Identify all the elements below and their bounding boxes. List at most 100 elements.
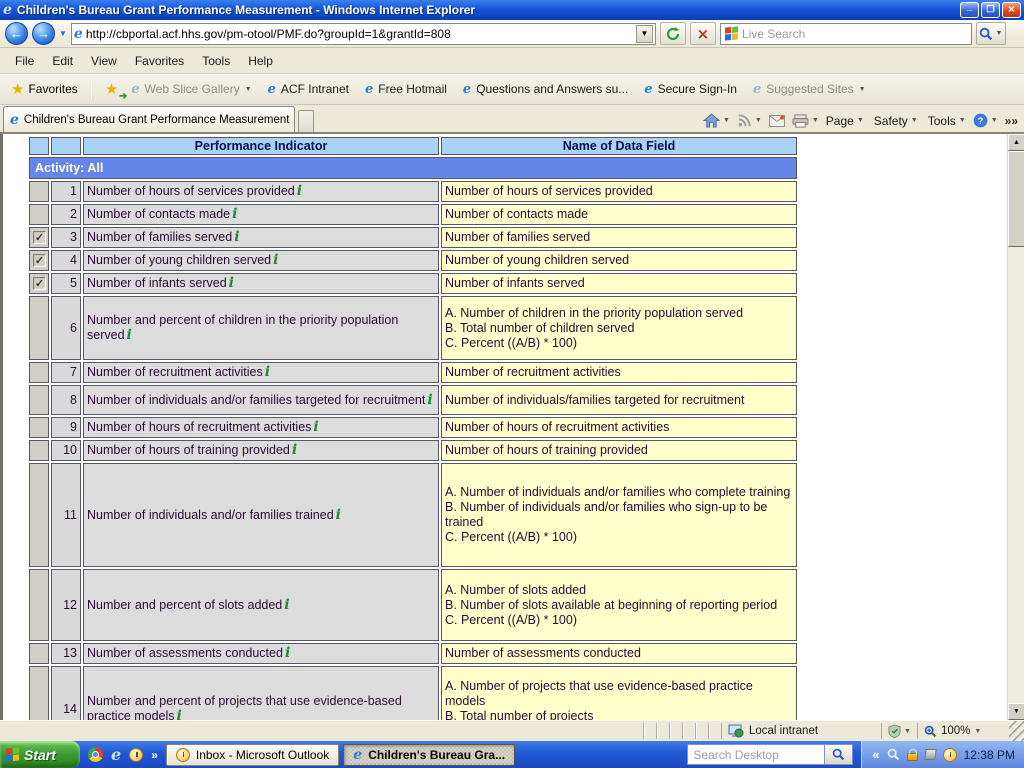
address-input[interactable] [86, 27, 633, 41]
task-button[interactable]: Children's Bureau Gra... [343, 744, 515, 766]
data-field-line: C. Percent ((A/B) * 100) [445, 530, 793, 545]
info-icon[interactable]: i [230, 206, 237, 222]
menu-help[interactable]: Help [239, 51, 282, 71]
restore-button[interactable] [981, 2, 1000, 18]
favorites-link[interactable]: ACF Intranet [268, 82, 349, 96]
feeds-button[interactable] [737, 113, 762, 128]
chrome-icon[interactable] [88, 747, 103, 762]
favorites-link[interactable]: Suggested Sites [753, 82, 866, 96]
info-icon[interactable]: i [283, 645, 290, 661]
page-icon [74, 27, 83, 41]
menu-view[interactable]: View [82, 51, 126, 71]
address-dropdown-button[interactable] [636, 25, 653, 43]
tray-outlook-icon[interactable] [943, 748, 957, 762]
row-checkbox-checked[interactable] [33, 254, 46, 267]
info-icon[interactable]: i [295, 183, 302, 199]
favorites-link[interactable]: Questions and Answers su... [463, 82, 628, 96]
minimize-button[interactable] [960, 2, 979, 18]
toolbar-overflow-icon[interactable]: » [1005, 114, 1018, 128]
scroll-down-button[interactable] [1008, 703, 1024, 720]
home-button[interactable] [703, 113, 730, 128]
row-checkbox-checked[interactable] [33, 231, 46, 244]
checkbox-cell [29, 440, 49, 461]
start-button[interactable]: Start [0, 741, 80, 768]
dropdown-icon[interactable] [911, 117, 918, 124]
zoom-panel[interactable]: 100% [917, 723, 1009, 739]
info-icon[interactable]: i [263, 364, 270, 380]
lock-icon[interactable] [907, 753, 918, 761]
command-page[interactable]: Page [826, 114, 864, 128]
quicklaunch-overflow-icon[interactable] [151, 748, 158, 762]
info-icon[interactable]: i [282, 597, 289, 613]
command-bar: Page Safety Tools ? » [703, 113, 1024, 132]
info-icon[interactable]: i [175, 708, 182, 720]
scrollbar-thumb[interactable] [1008, 151, 1024, 247]
info-icon[interactable]: i [232, 229, 239, 245]
search-go-button[interactable] [976, 22, 1006, 45]
row-checkbox-checked[interactable] [33, 277, 46, 290]
search-dropdown-icon[interactable] [995, 30, 1002, 37]
info-icon[interactable]: i [227, 275, 234, 291]
vertical-scrollbar[interactable] [1007, 134, 1024, 720]
add-to-favorites-button[interactable] [100, 78, 123, 100]
favorites-link[interactable]: Secure Sign-In [644, 82, 737, 96]
info-icon[interactable]: i [125, 327, 132, 343]
close-button[interactable] [1002, 2, 1021, 18]
zoom-dropdown-icon[interactable] [974, 728, 981, 735]
data-field-line: C. Percent ((A/B) * 100) [445, 336, 793, 351]
tab-active[interactable]: Children's Bureau Grant Performance Meas… [3, 106, 295, 132]
table-row: 3Number of families servediNumber of fam… [29, 227, 797, 248]
menu-edit[interactable]: Edit [43, 51, 82, 71]
info-icon[interactable]: i [271, 252, 278, 268]
live-search-input[interactable] [742, 27, 967, 41]
taskbar: Start Inbox - Microsoft OutlookChildren'… [0, 741, 1024, 768]
print-button[interactable] [792, 114, 819, 128]
help-button[interactable]: ? [973, 113, 998, 128]
privacy-panel[interactable] [881, 723, 917, 739]
info-icon[interactable]: i [334, 507, 341, 523]
task-button[interactable]: Inbox - Microsoft Outlook [166, 744, 339, 766]
refresh-button[interactable] [660, 22, 686, 45]
tray-collapse-icon[interactable] [872, 747, 879, 762]
system-tray: 12:38 PM [861, 741, 1024, 768]
history-dropdown-icon[interactable] [59, 29, 67, 38]
privacy-dropdown-icon[interactable] [904, 728, 911, 735]
resize-grip[interactable] [1009, 721, 1024, 741]
menu-favorites[interactable]: Favorites [126, 51, 193, 71]
dropdown-icon[interactable] [959, 117, 966, 124]
favorites-link[interactable]: Web Slice Gallery [131, 82, 251, 96]
tray-search-icon[interactable] [887, 748, 900, 761]
desktop-search-button[interactable] [825, 744, 853, 765]
feeds-dropdown-icon[interactable] [755, 117, 762, 124]
desktop-search-input[interactable] [687, 744, 825, 765]
data-field-line: Number of individuals/families targeted … [445, 393, 793, 408]
favorites-button[interactable]: Favorites [6, 78, 83, 100]
table-row: 7Number of recruitment activitiesiNumber… [29, 362, 797, 383]
menu-tools[interactable]: Tools [193, 51, 239, 71]
back-button[interactable] [5, 22, 28, 45]
command-safety[interactable]: Safety [874, 114, 918, 128]
home-dropdown-icon[interactable] [723, 117, 730, 124]
info-icon[interactable]: i [311, 419, 318, 435]
table-row: 6Number and percent of children in the p… [29, 296, 797, 360]
desktop-search [687, 744, 853, 765]
forward-button[interactable] [32, 22, 55, 45]
scroll-up-button[interactable] [1008, 134, 1024, 151]
help-dropdown-icon[interactable] [991, 117, 998, 124]
new-tab-button[interactable] [298, 110, 314, 132]
favorites-link[interactable]: Free Hotmail [365, 82, 447, 96]
stop-button[interactable] [690, 22, 716, 45]
read-mail-button[interactable] [769, 115, 785, 127]
outlook-quicklaunch-icon[interactable] [129, 748, 143, 762]
command-tools[interactable]: Tools [928, 114, 966, 128]
dropdown-icon[interactable] [857, 117, 864, 124]
print-dropdown-icon[interactable] [812, 117, 819, 124]
info-icon[interactable]: i [425, 392, 432, 408]
row-number: 6 [51, 296, 81, 360]
dropdown-icon[interactable] [859, 86, 866, 93]
info-icon[interactable]: i [290, 442, 297, 458]
tray-misc-icon[interactable] [924, 749, 937, 760]
menu-file[interactable]: File [6, 51, 43, 71]
dropdown-icon[interactable] [245, 86, 252, 93]
ie-quicklaunch-icon[interactable] [111, 747, 121, 763]
